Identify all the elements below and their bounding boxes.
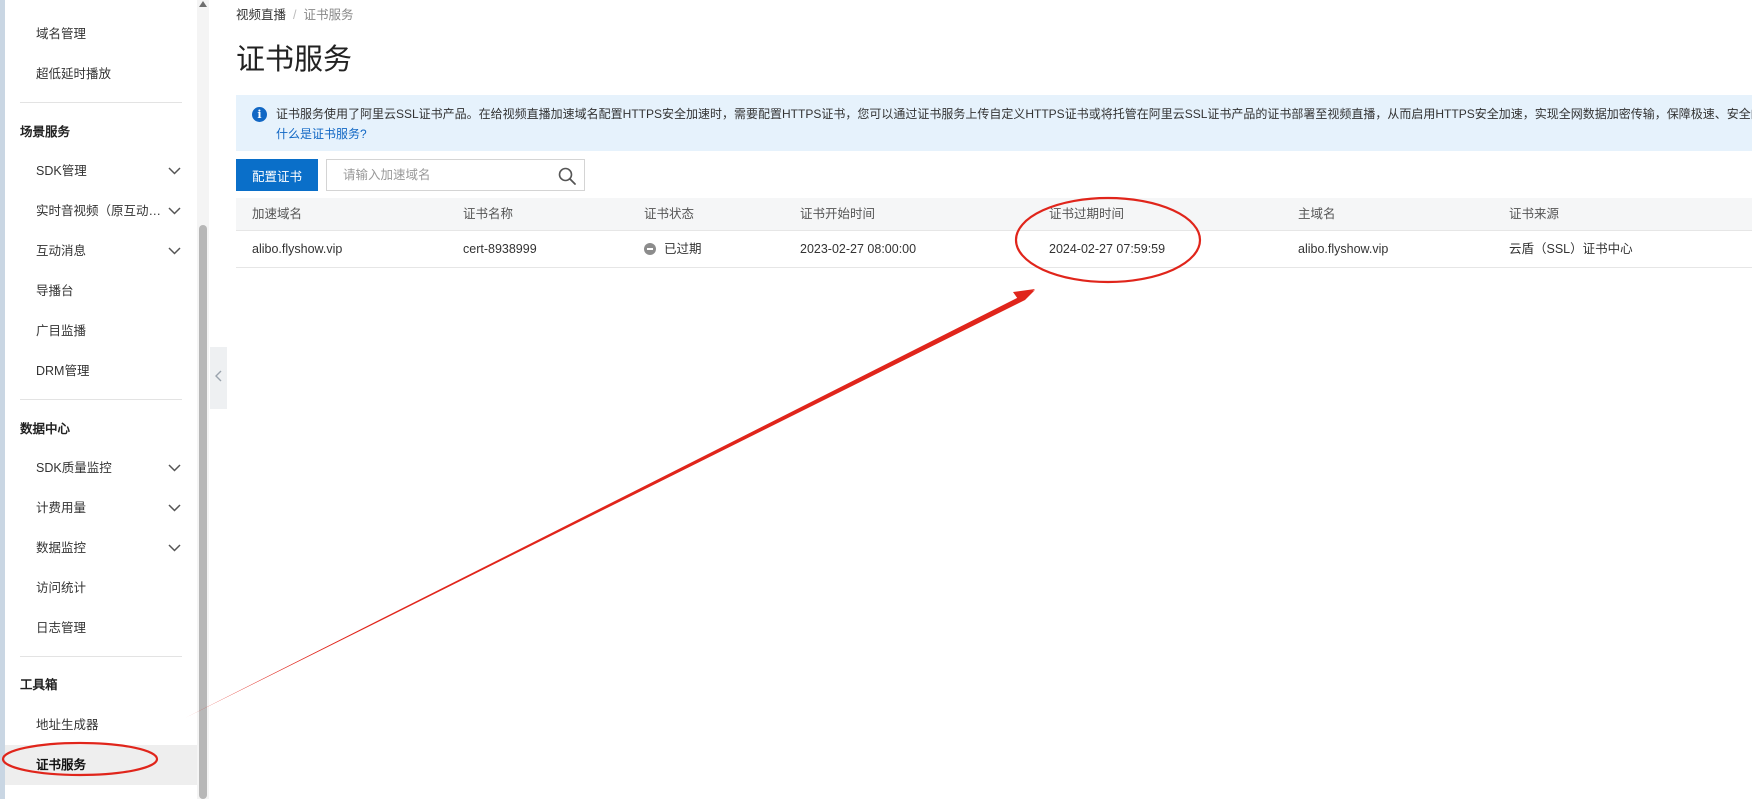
table-header: 加速域名 证书名称 证书状态 证书开始时间 证书过期时间 主域名 证书来源	[236, 198, 1752, 231]
cell-status: 已过期	[644, 231, 702, 267]
expired-status-icon	[644, 243, 656, 255]
scroll-up-arrow-icon[interactable]	[197, 0, 209, 10]
sidebar-collapse-button[interactable]	[210, 347, 227, 409]
annotation-arrow	[185, 290, 1035, 718]
cell-start-time: 2023-02-27 08:00:00	[800, 242, 917, 256]
sidebar-item-label: 互动消息	[36, 244, 87, 258]
column-header-cert-name: 证书名称	[463, 207, 514, 221]
sidebar-item-log-management[interactable]: 日志管理	[5, 608, 197, 648]
chevron-down-icon	[168, 448, 181, 488]
sidebar-item-ultra-low-latency[interactable]: 超低延时播放	[5, 54, 197, 94]
sidebar-group-data: 数据中心	[20, 422, 71, 436]
sidebar-item-rtc[interactable]: 实时音视频（原互动直播）	[5, 191, 197, 231]
chevron-down-icon	[168, 488, 181, 528]
breadcrumb: 视频直播 / 证书服务	[236, 7, 354, 23]
column-header-status: 证书状态	[644, 207, 695, 221]
search-box	[326, 159, 585, 191]
column-header-expire-time: 证书过期时间	[1049, 207, 1125, 221]
chevron-left-icon	[215, 369, 222, 387]
sidebar-item-certificate-service[interactable]: 证书服务	[5, 745, 197, 785]
sidebar: 域名管理 超低延时播放 场景服务 SDK管理 实时音视频（原互动直播） 互动消息…	[5, 0, 197, 799]
sidebar-scrollbar[interactable]	[197, 0, 209, 799]
sidebar-item-label: 超低延时播放	[36, 67, 112, 81]
sidebar-item-label: SDK质量监控	[36, 461, 112, 475]
search-icon[interactable]	[557, 166, 577, 186]
sidebar-item-label: 数据监控	[36, 541, 87, 555]
sidebar-item-sdk-management[interactable]: SDK管理	[5, 151, 197, 191]
breadcrumb-separator: /	[293, 8, 297, 22]
info-icon: i	[252, 107, 267, 122]
sidebar-item-sdk-quality[interactable]: SDK质量监控	[5, 448, 197, 488]
info-notice: i 证书服务使用了阿里云SSL证书产品。在给视频直播加速域名配置HTTPS安全加…	[236, 95, 1752, 151]
notice-help-link[interactable]: 什么是证书服务?	[276, 124, 367, 144]
scrollbar-thumb[interactable]	[199, 225, 207, 799]
chevron-down-icon	[168, 528, 181, 568]
table-row: alibo.flyshow.vip cert-8938999 已过期 2023-…	[236, 231, 1752, 268]
configure-certificate-button[interactable]: 配置证书	[236, 159, 318, 191]
sidebar-item-data-monitoring[interactable]: 数据监控	[5, 528, 197, 568]
sidebar-item-label: 计费用量	[36, 501, 87, 515]
sidebar-item-access-stats[interactable]: 访问统计	[5, 568, 197, 608]
breadcrumb-parent-link[interactable]: 视频直播	[236, 8, 286, 22]
cell-domain: alibo.flyshow.vip	[252, 242, 343, 256]
sidebar-item-label: 地址生成器	[36, 718, 99, 732]
sidebar-item-label: 广目监播	[36, 324, 87, 338]
sidebar-item-label: 导播台	[36, 284, 74, 298]
sidebar-divider	[20, 102, 182, 103]
sidebar-item-domain-management[interactable]: 域名管理	[5, 14, 197, 54]
sidebar-item-label: 实时音视频（原互动直播）	[36, 204, 170, 218]
cell-source: 云盾（SSL）证书中心	[1509, 242, 1633, 256]
annotation-arrow-head	[1013, 289, 1035, 302]
cell-main-domain: alibo.flyshow.vip	[1298, 242, 1389, 256]
sidebar-item-label: SDK管理	[36, 164, 87, 178]
column-header-main-domain: 主域名	[1298, 207, 1336, 221]
sidebar-item-interactive-messages[interactable]: 互动消息	[5, 231, 197, 271]
sidebar-divider	[20, 399, 182, 400]
sidebar-group-tools: 工具箱	[20, 678, 58, 692]
column-header-start-time: 证书开始时间	[800, 207, 876, 221]
sidebar-item-monitoring[interactable]: 广目监播	[5, 311, 197, 351]
chevron-down-icon	[168, 191, 181, 231]
search-input[interactable]	[328, 161, 548, 189]
sidebar-item-label: 访问统计	[36, 581, 87, 595]
breadcrumb-current: 证书服务	[303, 8, 354, 22]
chevron-down-icon	[168, 231, 181, 271]
cell-expire-time: 2024-02-27 07:59:59	[1049, 242, 1166, 256]
notice-text: 证书服务使用了阿里云SSL证书产品。在给视频直播加速域名配置HTTPS安全加速时…	[276, 107, 1752, 121]
status-text: 已过期	[664, 242, 702, 256]
sidebar-item-label: 证书服务	[36, 758, 87, 772]
sidebar-item-url-generator[interactable]: 地址生成器	[5, 705, 197, 745]
sidebar-item-drm[interactable]: DRM管理	[5, 351, 197, 391]
page-title: 证书服务	[236, 44, 353, 76]
column-header-domain: 加速域名	[252, 207, 303, 221]
sidebar-item-billing[interactable]: 计费用量	[5, 488, 197, 528]
column-header-source: 证书来源	[1509, 207, 1560, 221]
chevron-down-icon	[168, 151, 181, 191]
sidebar-divider	[20, 656, 182, 657]
sidebar-group-scene: 场景服务	[20, 125, 71, 139]
cell-cert-name: cert-8938999	[463, 242, 537, 256]
sidebar-item-label: 域名管理	[36, 27, 87, 41]
sidebar-item-label: DRM管理	[36, 364, 90, 378]
sidebar-item-label: 日志管理	[36, 621, 87, 635]
sidebar-item-director[interactable]: 导播台	[5, 271, 197, 311]
